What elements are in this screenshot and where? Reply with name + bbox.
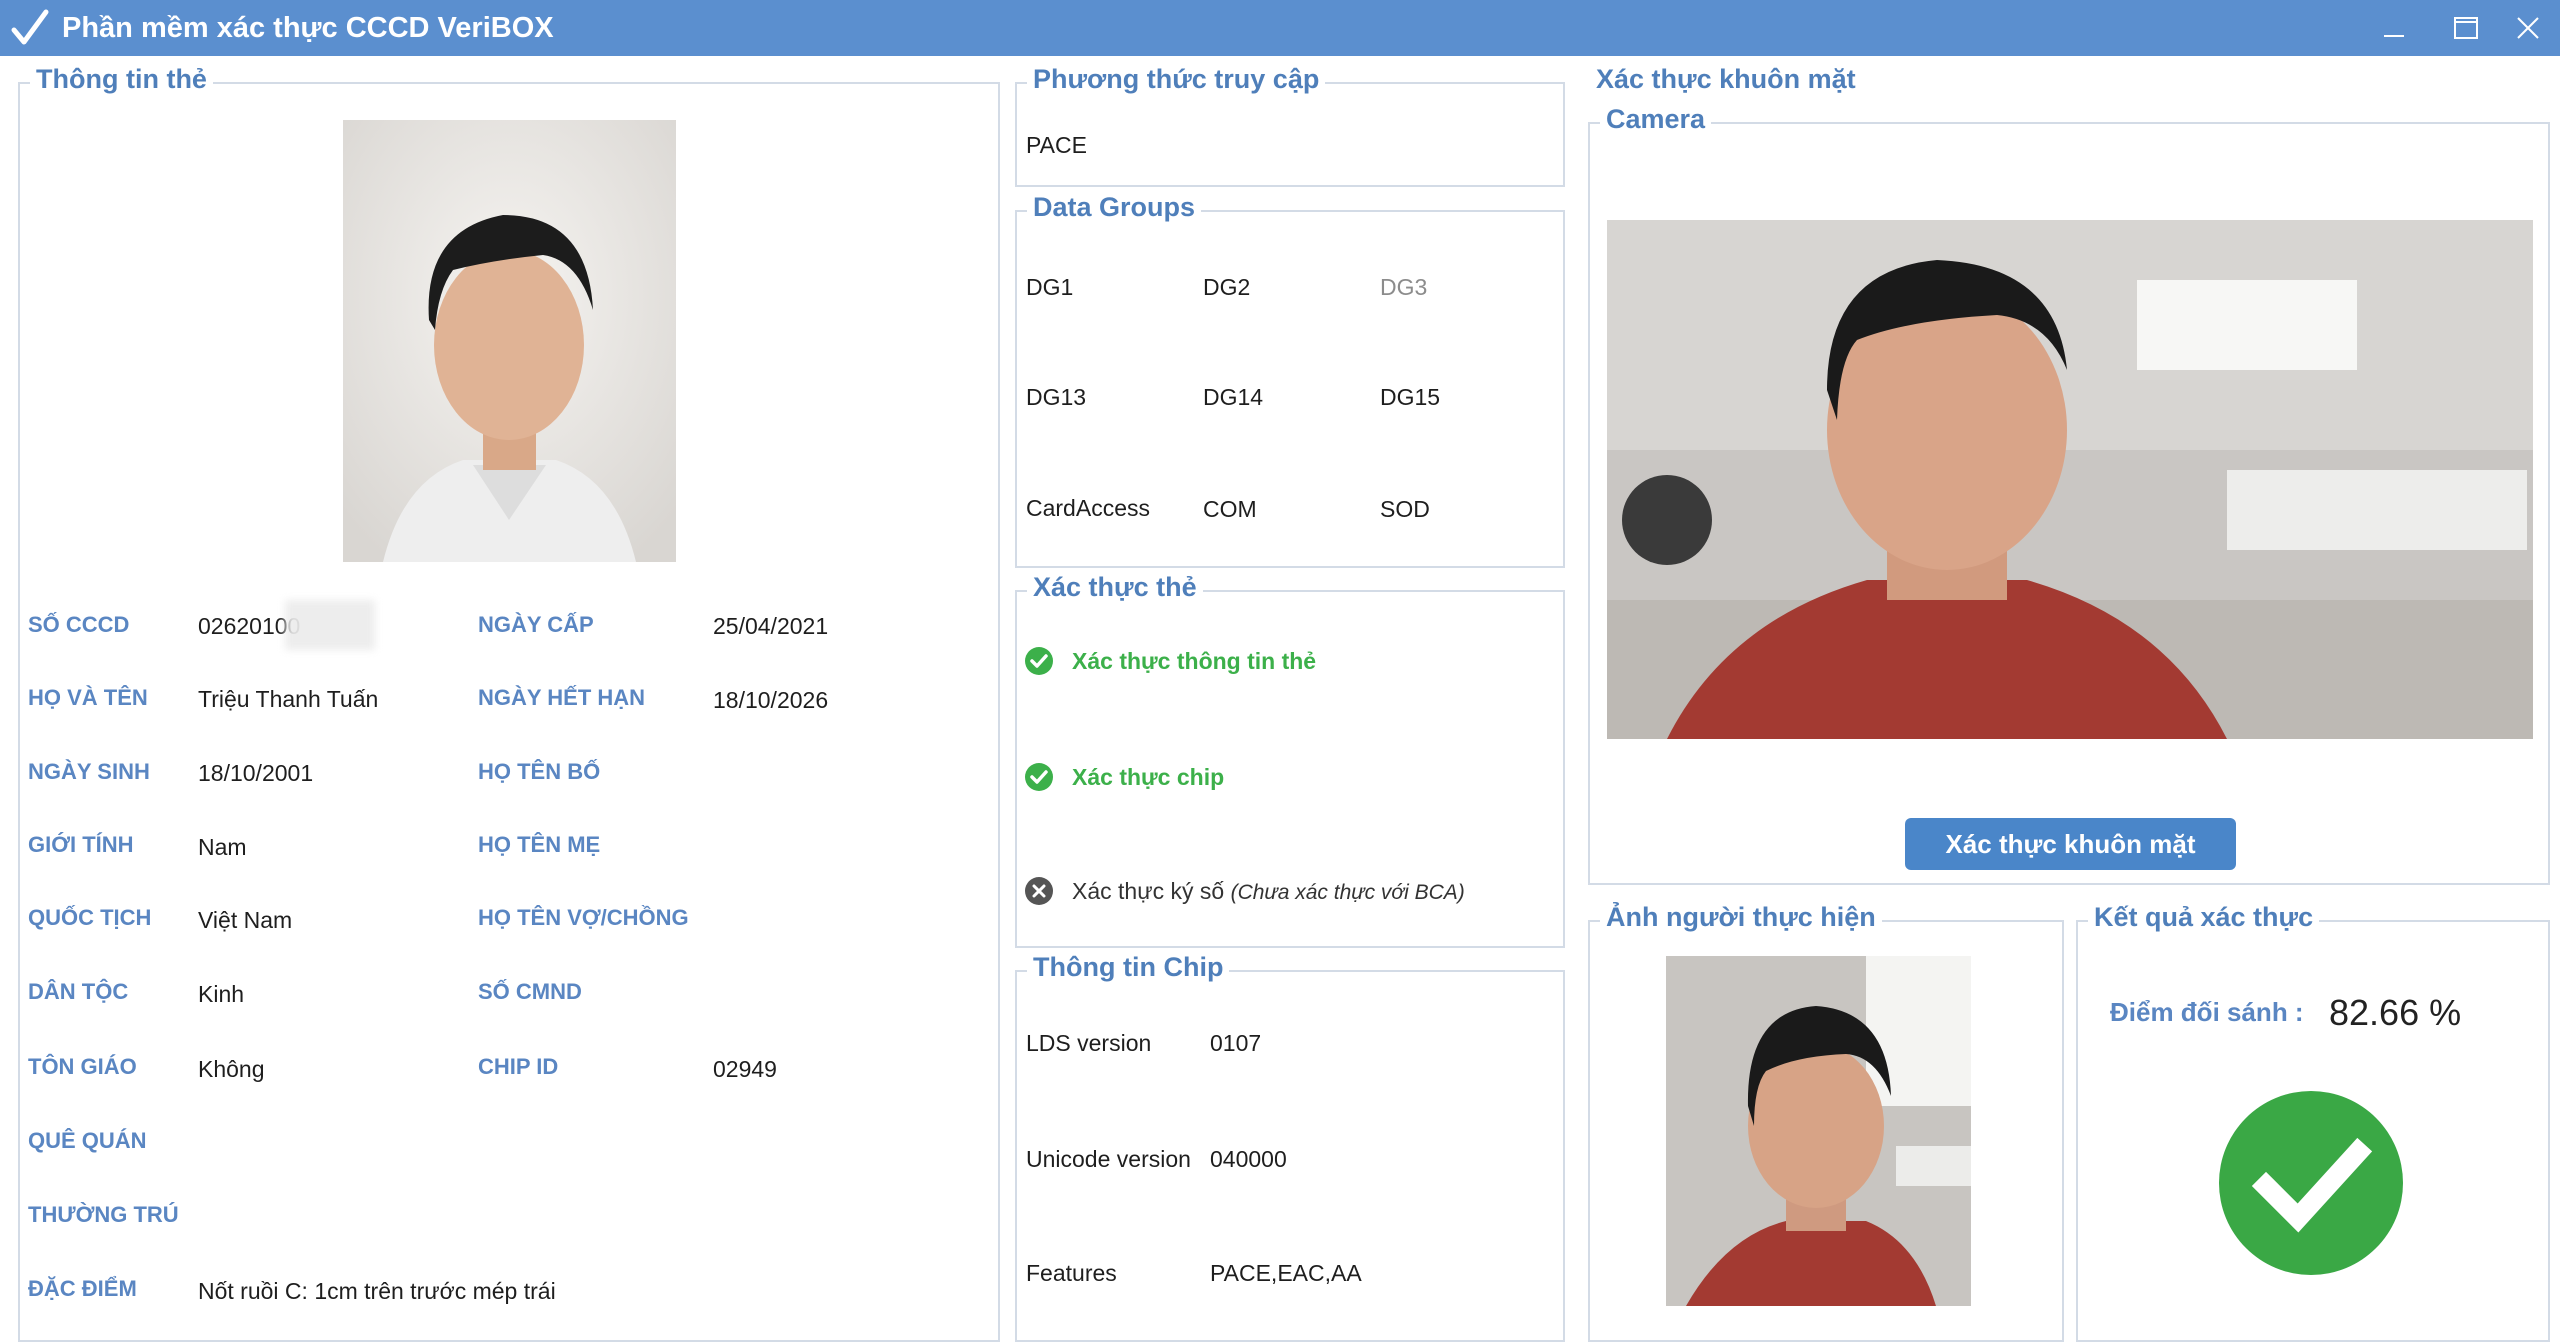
field-value-religion: Không [198, 1056, 265, 1082]
dg-item: DG2 [1203, 274, 1251, 300]
dg-item: DG13 [1026, 384, 1087, 410]
check-signature-row: Xác thực ký số (Chưa xác thực với BCA) [1072, 878, 1465, 905]
field-label-features: ĐẶC ĐIỂM [28, 1276, 137, 1301]
field-value-issue-date: 25/04/2021 [713, 613, 829, 639]
field-label-father-name: HỌ TÊN BỐ [478, 759, 601, 784]
dg-item: DG3 [1380, 274, 1428, 300]
checkmark-logo-icon [11, 9, 49, 45]
field-label-full-name: HỌ VÀ TÊN [28, 685, 148, 710]
chip-row-value: 040000 [1210, 1146, 1287, 1172]
minimize-icon[interactable] [2374, 10, 2414, 46]
check-circle-icon [1025, 763, 1053, 791]
field-label-issue-date: NGÀY CẤP [478, 612, 594, 637]
maximize-icon[interactable] [2446, 10, 2486, 46]
face-verify-title: Xác thực khuôn mặt [1590, 64, 1862, 95]
field-label-ethnicity: DÂN TỘC [28, 979, 129, 1004]
success-check-icon [2219, 1091, 2403, 1275]
field-value-full-name: Triệu Thanh Tuấn [198, 686, 379, 712]
dg-item: DG15 [1380, 384, 1441, 410]
window-title: Phần mềm xác thực CCCD VeriBOX [62, 12, 554, 44]
check-chip-label: Xác thực chip [1072, 764, 1225, 790]
check-circle-icon [1025, 647, 1053, 675]
dg-item: DG1 [1026, 274, 1074, 300]
field-label-hometown: QUÊ QUÁN [28, 1128, 147, 1153]
chip-row-label: Unicode version [1026, 1146, 1191, 1172]
data-groups-panel: Data Groups DG1 DG2 DG3 DG13 DG14 DG15 C… [1015, 192, 1565, 568]
field-value-dob: 18/10/2001 [198, 760, 314, 786]
field-label-old-id: SỐ CMND [478, 979, 582, 1004]
field-label-dob: NGÀY SINH [28, 759, 150, 784]
field-value-features: Nốt ruồi C: 1cm trên trước mép trái [198, 1278, 556, 1304]
result-title: Kết quả xác thực [2088, 902, 2320, 933]
field-label-religion: TÔN GIÁO [28, 1054, 137, 1079]
field-label-gender: GIỚI TÍNH [28, 832, 134, 857]
card-info-title: Thông tin thẻ [30, 64, 213, 95]
field-label-expiry-date: NGÀY HẾT HẠN [478, 685, 646, 710]
title-bar: Phần mềm xác thực CCCD VeriBOX [0, 0, 2560, 56]
access-method-title: Phương thức truy cập [1027, 64, 1326, 95]
dg-item: SOD [1380, 496, 1430, 522]
field-value-nationality: Việt Nam [198, 907, 293, 933]
dg-item: DG14 [1203, 384, 1264, 410]
redaction-blur [285, 600, 375, 650]
field-label-spouse-name: HỌ TÊN VỢ/CHỒNG [478, 905, 689, 930]
camera-feed [1607, 220, 2533, 739]
field-label-chip-id: CHIP ID [478, 1054, 559, 1079]
access-method-value: PACE [1026, 132, 1087, 158]
field-label-nationality: QUỐC TỊCH [28, 905, 152, 930]
score-value: 82.66 % [2329, 992, 2462, 1033]
field-label-cccd: SỐ CCCD [28, 612, 130, 637]
chip-row-label: LDS version [1026, 1030, 1152, 1056]
card-verify-title: Xác thực thẻ [1027, 572, 1203, 603]
performer-photo [1666, 956, 1971, 1306]
check-signature-note: (Chưa xác thực với BCA) [1230, 881, 1465, 904]
verify-face-button[interactable]: Xác thực khuôn mặt [1905, 818, 2236, 870]
field-label-residence: THƯỜNG TRÚ [28, 1202, 179, 1227]
field-value-ethnicity: Kinh [198, 981, 245, 1007]
dg-item: COM [1203, 496, 1257, 522]
check-signature-label: Xác thực ký số [1072, 878, 1225, 904]
dg-item: CardAccess [1026, 495, 1150, 521]
chip-row-label: Features [1026, 1260, 1117, 1286]
field-value-chip-id: 02949 [713, 1056, 777, 1082]
field-value-expiry-date: 18/10/2026 [713, 687, 829, 713]
access-method-panel: Phương thức truy cập PACE [1015, 64, 1565, 187]
chip-info-panel: Thông tin Chip LDS version 0107 Unicode … [1015, 952, 1565, 1342]
chip-row-value: PACE,EAC,AA [1210, 1260, 1362, 1286]
chip-info-title: Thông tin Chip [1027, 952, 1230, 983]
performer-title: Ảnh người thực hiện [1600, 902, 1882, 933]
close-icon[interactable] [2508, 10, 2548, 46]
data-groups-title: Data Groups [1027, 192, 1202, 223]
field-label-mother-name: HỌ TÊN MẸ [478, 832, 601, 857]
chip-row-value: 0107 [1210, 1030, 1262, 1056]
camera-title: Camera [1600, 104, 1712, 135]
card-portrait-photo [343, 120, 676, 562]
check-card-info-label: Xác thực thông tin thẻ [1072, 648, 1317, 674]
field-value-gender: Nam [198, 834, 247, 860]
score-label: Điểm đối sánh : [2110, 997, 2304, 1027]
x-circle-icon [1025, 877, 1053, 905]
